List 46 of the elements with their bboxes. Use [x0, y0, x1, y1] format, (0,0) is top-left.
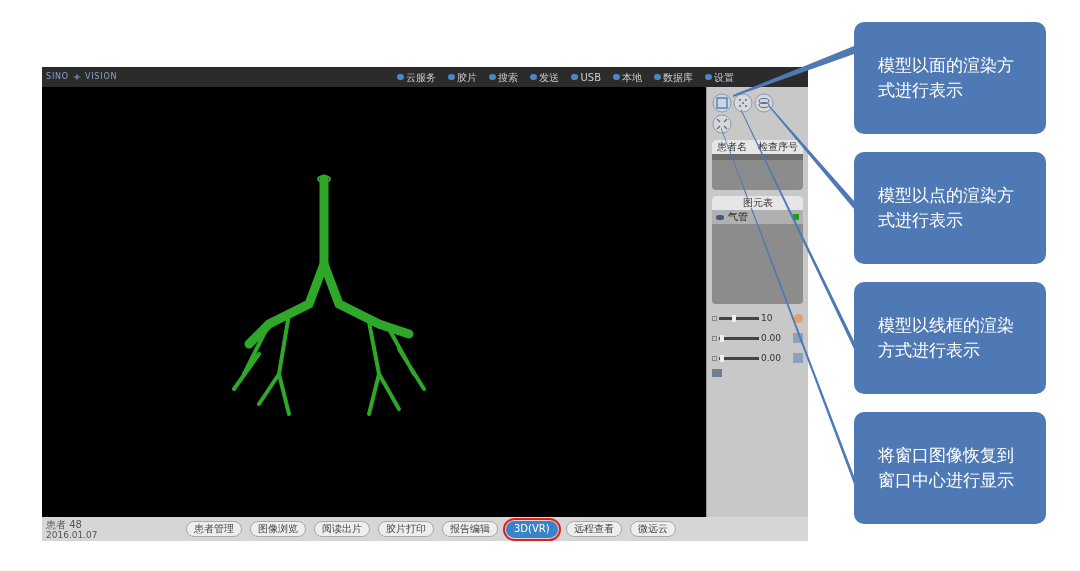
nav-item[interactable]: 本地 [613, 69, 642, 85]
column-header: 患者名 [717, 142, 748, 152]
reset-mode-icon[interactable] [712, 114, 732, 134]
model-name: 气管 [728, 212, 748, 222]
eye-icon[interactable] [716, 214, 724, 220]
slider-track[interactable] [719, 356, 759, 360]
callout-text: 将窗口图像恢复到窗口中心进行显示 [878, 444, 1015, 492]
slider-value: 0.00 [761, 353, 782, 363]
wireframe-mode-icon[interactable] [754, 93, 774, 113]
slider-value: 0.00 [761, 333, 782, 343]
nav-item[interactable]: 数据库 [654, 69, 693, 85]
study-date: 2016.01.07 [46, 529, 99, 540]
slider-track[interactable] [719, 317, 759, 320]
slider-icon [712, 335, 717, 341]
module-tab[interactable]: 阅读出片 [314, 520, 370, 537]
nav-item[interactable]: 胶片 [448, 69, 478, 85]
slider-icon [712, 316, 717, 321]
module-tab[interactable]: 微远云 [629, 520, 676, 537]
surface-mode-icon[interactable] [712, 93, 732, 113]
nav-item[interactable]: USB [571, 69, 601, 85]
logo: SINO VISION [46, 71, 118, 83]
slider-thumb[interactable] [720, 354, 725, 362]
slider-thumb[interactable] [720, 334, 725, 342]
module-tab[interactable]: 图像浏览 [250, 520, 306, 537]
list-title: 图元表 [742, 198, 773, 208]
callout-text: 模型以点的渲染方式进行表示 [878, 184, 1015, 232]
column-header: 检查序号 [757, 142, 798, 152]
model-row[interactable]: 气管 [712, 210, 803, 224]
patient-info: 患者 48 [46, 518, 82, 530]
nav-item[interactable]: 发送 [530, 69, 560, 85]
slider-icon [712, 355, 717, 361]
module-tab[interactable]: 报告编辑 [442, 520, 498, 537]
module-tab[interactable]: 远程查看 [565, 520, 622, 537]
nav-item[interactable]: 设置 [705, 69, 734, 85]
slider-thumb[interactable] [731, 315, 736, 322]
module-tab[interactable]: 胶片打印 [378, 520, 434, 537]
module-tab[interactable]: 患者管理 [186, 520, 242, 537]
callout-text: 模型以线框的渲染方式进行表示 [878, 314, 1015, 362]
slider-track[interactable] [719, 336, 759, 340]
points-mode-icon[interactable] [733, 93, 753, 113]
slider-value: 10 [761, 314, 773, 323]
module-tab[interactable]: 3D(VR) [506, 520, 558, 538]
nav-item[interactable]: 云服务 [397, 69, 437, 85]
star-logo-icon [72, 73, 81, 81]
nav-item[interactable]: 搜索 [489, 69, 519, 85]
callout-text: 模型以面的渲染方式进行表示 [878, 54, 1015, 102]
